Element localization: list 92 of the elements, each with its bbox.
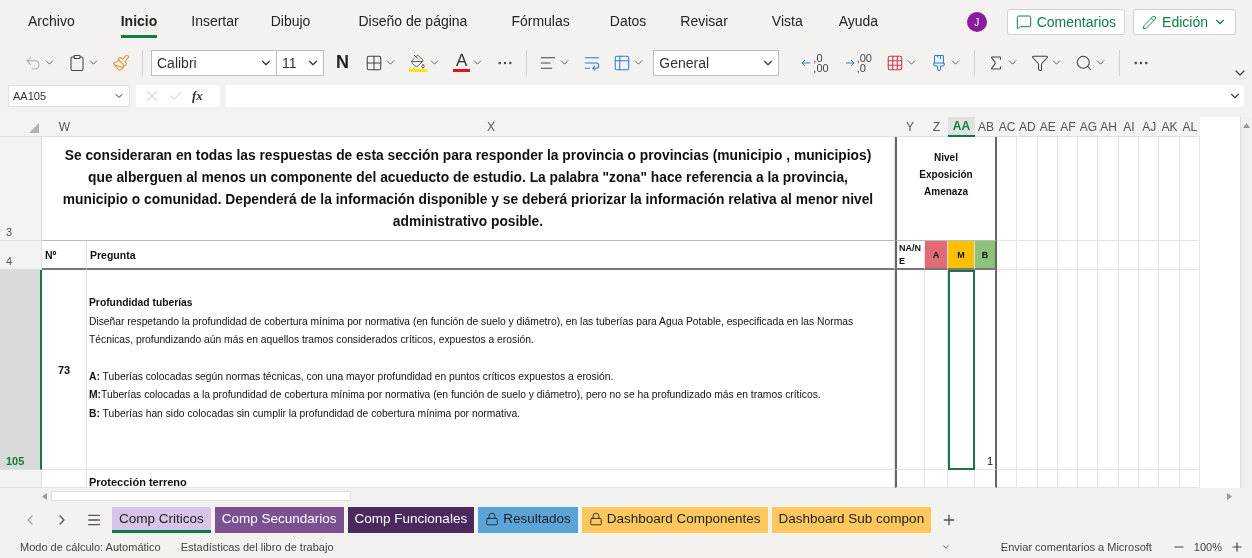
column-header[interactable]: W [42,117,87,138]
feedback-link[interactable]: Enviar comentarios a Microsoft [1000,541,1152,554]
column-header[interactable]: AD [1017,117,1038,138]
scroll-left-icon[interactable] [42,492,47,500]
column-header[interactable]: AI [1118,117,1140,138]
name-box[interactable]: AA105 [8,84,130,107]
number-format-field[interactable]: General [653,49,780,76]
ribbon-tab[interactable]: Archivo [28,6,75,38]
value-cell: 1 [975,270,997,471]
column-header[interactable]: AH [1098,117,1119,138]
question-heading: Pregunta [87,241,895,271]
ribbon-tab[interactable]: Vista [771,6,803,38]
column-header[interactable]: AE [1037,117,1058,138]
row-header[interactable]: 105 [0,270,42,471]
workbook-stats[interactable]: Estadísticas del libro de trabajo [180,541,334,554]
formula-field[interactable] [226,84,1244,107]
zoom-level: 100% [1193,541,1222,554]
ribbon-tab[interactable]: Revisar [680,6,728,38]
sort-filter-icon[interactable] [1030,53,1049,72]
decimal-button[interactable]: ,0 ,00 [795,52,835,73]
level-heading: M [948,241,975,271]
brush-icon[interactable] [112,53,130,72]
empty-cell [1057,241,1079,271]
ribbon-tab[interactable]: Ayuda [838,6,879,38]
scroll-right-icon[interactable] [1227,492,1232,500]
borders-icon[interactable] [365,53,383,72]
decimal-button[interactable]: ,00 ,0 [838,52,878,73]
search-icon[interactable] [1074,53,1093,72]
user-avatar[interactable]: J [966,12,987,33]
comment-icon [1015,14,1032,31]
undo-icon[interactable] [24,53,42,72]
column-header[interactable]: AK [1159,117,1180,138]
arrow-icon [844,57,855,68]
empty-cell [1017,241,1038,271]
ribbon-tab[interactable]: Diseño de página [358,6,468,38]
font-field[interactable]: Calibri [151,49,277,76]
scroll-up-icon[interactable] [1243,123,1250,129]
sheet-tab[interactable]: Comp Funcionales [347,507,475,534]
ribbon-tab[interactable]: Fórmulas [511,6,570,38]
row-header[interactable]: 4 [0,241,42,271]
ribbon-tab[interactable]: Dibujo [270,6,311,38]
column-header[interactable]: AG [1078,117,1099,138]
number-heading: Nº [42,241,87,271]
sheet-tab[interactable]: Resultados [478,507,578,534]
empty-cell [1159,241,1180,271]
bold-button[interactable]: N [328,52,357,74]
column-header[interactable]: X [87,117,895,138]
zoom-in-icon[interactable] [1230,540,1244,555]
column-header[interactable]: AA [948,117,975,138]
level-heading: NA/NE [895,241,925,271]
font-size-field[interactable]: 11 [276,49,324,76]
question-number: 73 [42,270,87,471]
sheet-tab[interactable]: Comp Criticos [112,507,211,534]
column-header[interactable]: Z [925,117,948,138]
intro-text: Se consideraran en todas las respuestas de esta sección para responder la provincia o provincias (municipio , municipios) que alberguen al menos un componente del acueducto de estudio. La palabra "zona" hace referencia a la provincia, municipio o comunidad. Dependerá de la información disponible y se deberá priorizar la información relativa al menor nivel administrativo posible. [42,137,895,242]
empty-cell [1078,241,1099,271]
row-header[interactable]: 3 [0,137,42,242]
paste-icon[interactable] [68,53,86,72]
empty-cell [1037,241,1058,271]
question-cell: Profundidad tuberías Diseñar respetando la profundidad de cobertura mínima por normativa (en función de suelo y diámetro), en las tuberías para Agua Potable, especificada en las Normas Técnicas, profundizando aún más en aquellos tramos considerados críticos, expuestos a erosión. A: Tuberías colocadas según normas técnicas, con una mayor profundidad en puntos críticos expuestos a erosión. M:Tuberías colocadas a la profundidad de cobertura mínima por normativa (en función de suelo y diámetro), pero no se ha profundizado más en tramos críticos. B: Tuberías han sido colocadas sin cumplir la profundidad de cobertura mínima por normativa. [87,270,895,471]
comments-button[interactable]: Comentarios [1006,9,1126,36]
column-header[interactable]: AL [1179,117,1200,138]
ribbon-tab[interactable]: Inicio [120,6,158,38]
column-header[interactable]: AC [997,117,1018,138]
function-button[interactable]: fx [192,87,203,104]
empty-cell [1179,241,1200,271]
sheet-tab[interactable]: Dashboard Sub compon [771,507,932,534]
calc-mode: Modo de cálculo: Automático [20,541,161,554]
ribbon-tab[interactable]: Datos [609,6,647,38]
empty-cell [1098,241,1119,271]
level-heading: B [975,241,997,271]
column-header[interactable]: AF [1057,117,1079,138]
font-color-button[interactable]: A [453,53,471,73]
ribbon-tab[interactable]: Insertar [191,6,239,38]
column-header[interactable]: AJ [1139,117,1160,138]
select-all-icon[interactable] [29,123,39,134]
merge-icon[interactable] [613,53,632,72]
level-heading: A [925,241,948,271]
empty-cell [1118,241,1140,271]
editing-button[interactable]: Edición [1133,9,1236,36]
column-header[interactable]: Y [895,117,925,138]
empty-cell [997,241,1018,271]
fill-color-icon[interactable] [409,53,427,72]
selected-cell[interactable] [948,270,975,471]
arrow-icon [801,57,812,68]
sheet-tab[interactable]: Dashboard Componentes [581,507,768,534]
sheet-tab[interactable]: Comp Secundarios [214,507,344,534]
column-header[interactable]: AB [975,117,997,138]
scrollbar-thumb[interactable] [51,491,351,502]
pencil-icon [1142,14,1158,30]
empty-cell [1139,241,1160,271]
conditional-format-icon[interactable] [885,53,904,72]
